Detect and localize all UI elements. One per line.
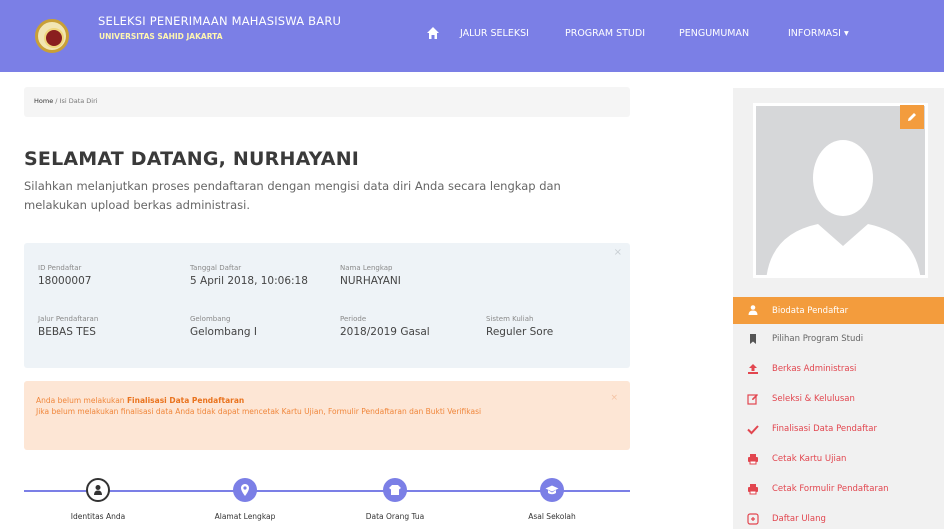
sidebar-item-cetak-kartu[interactable]: Cetak Kartu Ujian: [733, 444, 944, 474]
map-marker-icon: [241, 484, 249, 496]
upload-icon: [748, 364, 758, 374]
print-icon: [748, 484, 758, 495]
field-id-pendaftar: ID Pendaftar 18000007: [38, 264, 91, 287]
user-icon: [94, 485, 102, 495]
brand-subtitle[interactable]: UNIVERSITAS SAHID JAKARTA: [99, 32, 223, 41]
bookmark-icon: [750, 334, 756, 344]
step-label-sekolah[interactable]: Asal Sekolah: [502, 512, 602, 521]
field-value: Reguler Sore: [486, 326, 554, 338]
finalisasi-alert: × Anda belum melakukan Finalisasi Data P…: [24, 381, 630, 450]
sidebar-item-label: Pilihan Program Studi: [772, 334, 864, 344]
sidebar-item-label: Biodata Pendaftar: [772, 306, 849, 316]
navbar: SELEKSI PENERIMAAN MAHASISWA BARU UNIVER…: [0, 0, 944, 72]
breadcrumb: Home / Isi Data Diri: [24, 87, 630, 117]
sidebar-item-label: Berkas Administrasi: [772, 364, 857, 374]
field-label: Jalur Pendaftaran: [38, 315, 99, 323]
edit-icon: [747, 394, 758, 405]
field-label: Periode: [340, 315, 367, 323]
sidebar-menu: Biodata Pendaftar Pilihan Program Studi …: [733, 297, 944, 529]
pencil-icon: [908, 113, 916, 121]
sidebar-item-berkas[interactable]: Berkas Administrasi: [733, 354, 944, 384]
page-title: SELAMAT DATANG, NURHAYANI: [24, 148, 360, 170]
sidebar-item-label: Cetak Kartu Ujian: [772, 454, 847, 464]
check-icon: [747, 425, 759, 435]
alert-detail: Jika belum melakukan finalisasi data And…: [36, 407, 482, 416]
sidebar-item-label: Seleksi & Kelulusan: [772, 394, 855, 404]
field-nama-lengkap: Nama Lengkap NURHAYANI: [340, 264, 401, 287]
sidebar-item-label: Daftar Ulang: [772, 514, 826, 524]
breadcrumb-home[interactable]: Home: [34, 97, 53, 105]
step-alamat[interactable]: [233, 478, 257, 502]
nav-jalur-seleksi[interactable]: JALUR SELEKSI: [460, 28, 529, 39]
brand-title[interactable]: SELEKSI PENERIMAAN MAHASISWA BARU: [98, 14, 341, 28]
field-value: 18000007: [38, 275, 92, 287]
avatar-placeholder-icon: [756, 106, 925, 275]
sidebar-item-label: Finalisasi Data Pendaftar: [772, 424, 878, 434]
sidebar-item-daftar-ulang[interactable]: Daftar Ulang: [733, 504, 944, 529]
sidebar-item-finalisasi[interactable]: Finalisasi Data Pendaftar: [733, 414, 944, 444]
field-value: NURHAYANI: [340, 275, 401, 287]
step-label-identitas[interactable]: Identitas Anda: [48, 512, 148, 521]
alert-prefix: Anda belum melakukan: [36, 396, 127, 405]
step-label-alamat[interactable]: Alamat Lengkap: [195, 512, 295, 521]
field-value: 5 April 2018, 10:06:18: [190, 275, 308, 287]
field-label: Tanggal Daftar: [190, 264, 242, 272]
breadcrumb-current: Isi Data Diri: [59, 97, 98, 105]
sidebar-item-cetak-formulir[interactable]: Cetak Formulir Pendaftaran: [733, 474, 944, 504]
user-icon: [748, 305, 758, 315]
alert-bold: Finalisasi Data Pendaftaran: [126, 396, 245, 405]
field-value: 2018/2019 Gasal: [340, 326, 430, 338]
step-orang-tua[interactable]: [383, 478, 407, 502]
registrant-info-panel: × ID Pendaftar 18000007 Tanggal Daftar 5…: [24, 243, 630, 368]
field-jalur-pendaftaran: Jalur Pendaftaran BEBAS TES: [38, 315, 98, 338]
graduation-cap-icon: [545, 485, 559, 495]
field-label: Gelombang: [190, 315, 231, 323]
alert-close-icon[interactable]: ×: [610, 393, 618, 404]
university-logo[interactable]: [35, 19, 69, 53]
field-periode: Periode 2018/2019 Gasal: [340, 315, 430, 338]
sidebar-item-program-studi[interactable]: Pilihan Program Studi: [733, 324, 944, 354]
intro-text: Silahkan melanjutkan proses pendaftaran …: [24, 179, 561, 212]
field-label: ID Pendaftar: [38, 264, 82, 272]
step-sekolah[interactable]: [540, 478, 564, 502]
field-tanggal-daftar: Tanggal Daftar 5 April 2018, 10:06:18: [190, 264, 308, 287]
register-icon: [747, 513, 759, 525]
edit-photo-button[interactable]: [900, 105, 924, 129]
sidebar-item-biodata[interactable]: Biodata Pendaftar: [733, 297, 944, 324]
alert-headline: Anda belum melakukan Finalisasi Data Pen…: [36, 395, 618, 406]
sidebar-item-seleksi[interactable]: Seleksi & Kelulusan: [733, 384, 944, 414]
nav-pengumuman[interactable]: PENGUMUMAN: [679, 28, 749, 39]
nav-program-studi[interactable]: PROGRAM STUDI: [565, 28, 645, 39]
field-label: Sistem Kuliah: [486, 315, 534, 323]
home-icon[interactable]: [426, 26, 440, 40]
step-identitas[interactable]: [86, 478, 110, 502]
field-value: Gelombang I: [190, 326, 258, 338]
sidebar-item-label: Cetak Formulir Pendaftaran: [772, 484, 889, 494]
field-gelombang: Gelombang Gelombang I: [190, 315, 257, 338]
field-value: BEBAS TES: [38, 326, 96, 338]
profile-photo: [753, 103, 928, 278]
family-icon: [389, 485, 401, 495]
info-close-icon[interactable]: ×: [614, 247, 622, 258]
step-label-orang-tua[interactable]: Data Orang Tua: [345, 512, 445, 521]
print-icon: [748, 454, 758, 465]
nav-informasi-dropdown[interactable]: INFORMASI ▾: [788, 28, 849, 39]
field-sistem-kuliah: Sistem Kuliah Reguler Sore: [486, 315, 553, 338]
field-label: Nama Lengkap: [340, 264, 393, 272]
